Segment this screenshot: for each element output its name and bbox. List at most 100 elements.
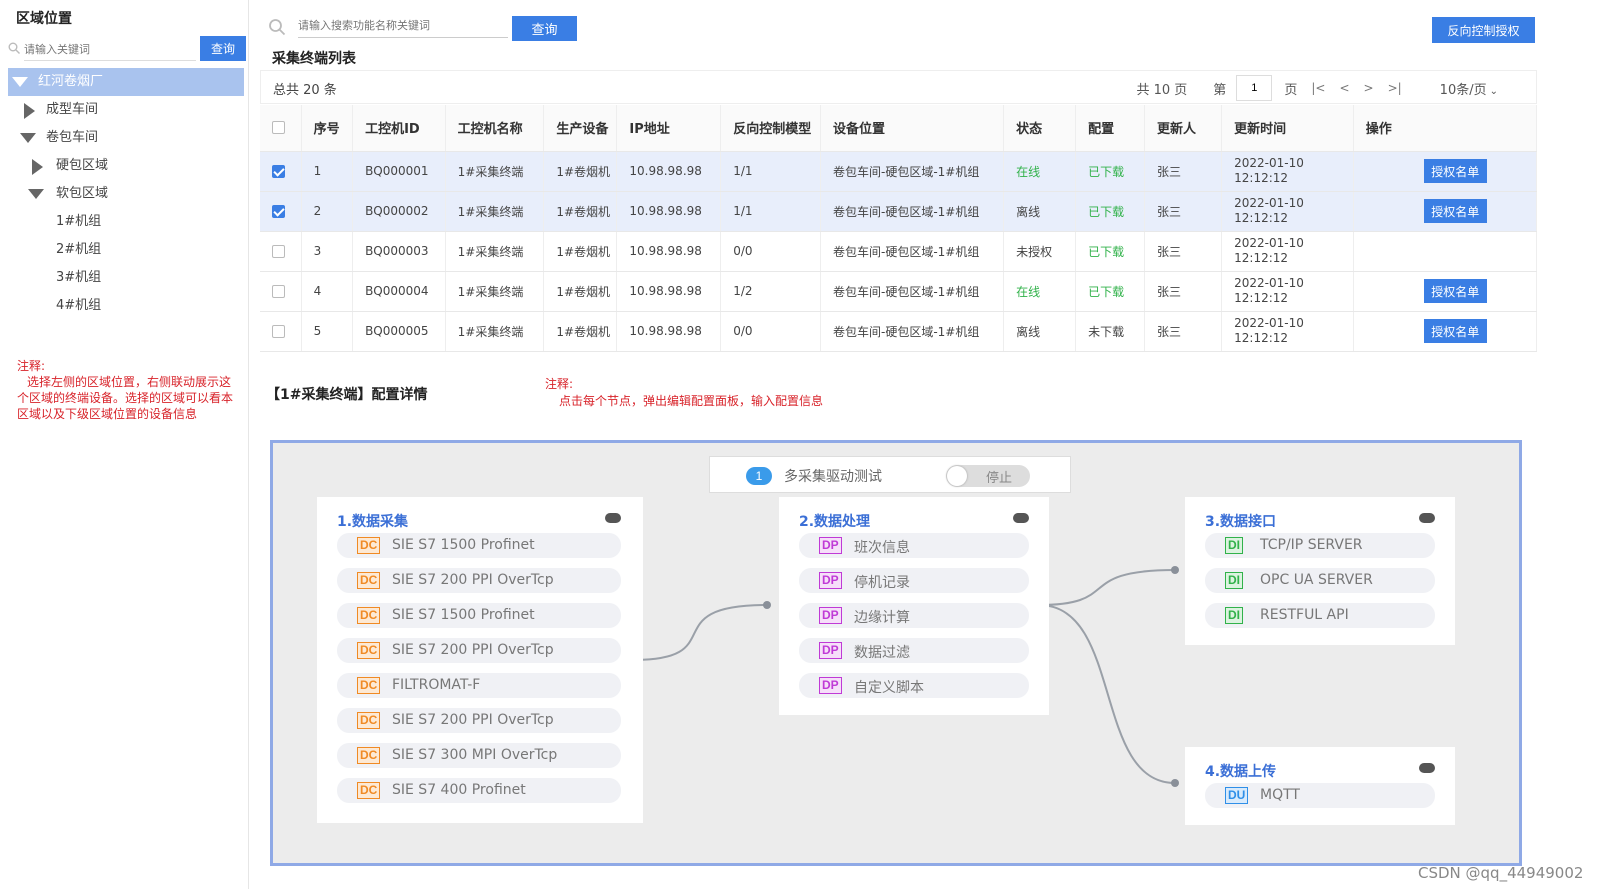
page-size-select[interactable]: 10条/页 ⌄ [1428, 79, 1498, 98]
cell-config: 已下载 [1075, 151, 1145, 192]
watermark: CSDN @qq_44949002 [1418, 864, 1584, 882]
auth-list-button[interactable]: 授权名单 [1423, 159, 1487, 183]
region-search-input[interactable] [24, 39, 196, 61]
tree-item-jizu-1[interactable]: 1#机组 [8, 208, 244, 236]
region-search-button[interactable]: 查询 [200, 36, 246, 61]
node-status-dot [1419, 763, 1435, 773]
row-checkbox[interactable] [272, 245, 285, 258]
tree-item-jizu-4[interactable]: 4#机组 [8, 292, 244, 320]
item-label: MQTT [1260, 787, 1300, 803]
node-item[interactable]: DC SIE S7 400 Profinet [337, 778, 621, 803]
table-row[interactable]: 3 BQ000003 1#采集终端 1#卷烟机 10.98.98.98 0/0 … [260, 231, 1538, 272]
node-data-collect[interactable]: 1.数据采集 DC SIE S7 1500 Profinet DC SIE S7 2… [317, 497, 643, 823]
dc-tag-icon: DC [357, 712, 381, 729]
node-item[interactable]: DC SIE S7 1500 Profinet [337, 533, 621, 558]
caret-down-icon[interactable] [12, 77, 28, 87]
node-item[interactable]: DC SIE S7 200 PPI OverTcp [337, 708, 621, 733]
flow-canvas[interactable]: 1 多采集驱动测试 停止 1.数据采集 DC SIE S7 1500 Profin… [270, 440, 1522, 866]
cell-updater: 张三 [1144, 151, 1223, 192]
cell-ip: 10.98.98.98 [616, 311, 722, 352]
cell-model: 1/1 [720, 191, 822, 232]
item-label: 数据过滤 [854, 645, 910, 661]
cell-update-time: 2022-01-10 12:12:12 [1221, 311, 1354, 352]
tree-item-ruanbao[interactable]: 软包区域 [8, 180, 244, 208]
row-select-cell [260, 311, 302, 352]
dp-tag-icon: DP [819, 677, 842, 694]
node-data-upload[interactable]: 4.数据上传 DU MQTT [1185, 747, 1455, 825]
auth-list-button[interactable]: 授权名单 [1423, 279, 1487, 303]
auth-list-button[interactable]: 授权名单 [1423, 319, 1487, 343]
item-label: SIE S7 1500 Profinet [392, 607, 535, 623]
tree-item-yingbao[interactable]: 硬包区域 [8, 152, 244, 180]
app-root: 区域位置 查询 红河卷烟厂 成型车间 卷包车间 硬包区域 [0, 0, 1600, 889]
node-item[interactable]: DP 班次信息 [799, 533, 1029, 558]
auth-list-button[interactable]: 授权名单 [1423, 199, 1487, 223]
caret-down-icon[interactable] [28, 189, 44, 199]
node-item[interactable]: DC SIE S7 1500 Profinet [337, 603, 621, 628]
port-in-process [763, 601, 771, 609]
row-checkbox[interactable] [272, 285, 285, 298]
prev-page-button[interactable]: < [1339, 81, 1349, 95]
first-page-button[interactable]: |< [1311, 81, 1325, 95]
region-search: 查询 [6, 36, 246, 62]
cell-no: 5 [301, 311, 354, 352]
cell-config: 已下载 [1075, 231, 1145, 272]
link-collect-process [632, 604, 768, 661]
tree-item-chengxing[interactable]: 成型车间 [8, 96, 244, 124]
cell-status: 离线 [1003, 191, 1077, 232]
node-item[interactable]: DC SIE S7 200 PPI OverTcp [337, 638, 621, 663]
update-date: 2022-01-10 [1234, 316, 1304, 330]
table-row[interactable]: 1 BQ000001 1#采集终端 1#卷烟机 10.98.98.98 1/1 … [260, 151, 1538, 192]
toggle-label: 停止 [986, 471, 1013, 486]
tree-item-hongheyanchang[interactable]: 红河卷烟厂 [8, 68, 244, 96]
node-item[interactable]: DI RESTFUL API [1205, 603, 1435, 628]
tree-item-juanbao[interactable]: 卷包车间 [8, 124, 244, 152]
row-checkbox[interactable] [272, 205, 285, 218]
flow-run-toggle[interactable]: 停止 [946, 465, 1030, 487]
tree-item-jizu-3[interactable]: 3#机组 [8, 264, 244, 292]
cell-config: 未下载 [1075, 311, 1145, 352]
node-data-process[interactable]: 2.数据处理 DP 班次信息 DP 停机记录 DP 边缘计算 DP 数据过滤 DP 自定义… [779, 497, 1049, 715]
table-row[interactable]: 4 BQ000004 1#采集终端 1#卷烟机 10.98.98.98 1/2 … [260, 271, 1538, 312]
region-note-title: 注释: [17, 359, 46, 373]
caret-right-icon[interactable] [32, 159, 43, 175]
node-item[interactable]: DP 数据过滤 [799, 638, 1029, 663]
next-page-button[interactable]: > [1364, 81, 1374, 95]
node-item[interactable]: DU MQTT [1205, 783, 1435, 808]
node-item[interactable]: DP 停机记录 [799, 568, 1029, 593]
node-item[interactable]: DP 边缘计算 [799, 603, 1029, 628]
row-checkbox[interactable] [272, 325, 285, 338]
col-header: 设备位置 [820, 105, 1005, 152]
table-row[interactable]: 5 BQ000005 1#采集终端 1#卷烟机 10.98.98.98 0/0 … [260, 311, 1538, 352]
select-all-checkbox[interactable] [272, 121, 285, 135]
last-page-button[interactable]: >| [1388, 81, 1402, 95]
node-item[interactable]: DC SIE S7 300 MPI OverTcp [337, 743, 621, 768]
row-checkbox[interactable] [272, 165, 285, 178]
node-item[interactable]: DI TCP/IP SERVER [1205, 533, 1435, 558]
col-header: 配置 [1075, 105, 1145, 152]
col-header: 更新人 [1144, 105, 1223, 152]
table-row[interactable]: 2 BQ000002 1#采集终端 1#卷烟机 10.98.98.98 1/1 … [260, 191, 1538, 232]
cell-name: 1#采集终端 [445, 271, 545, 312]
cell-device: 1#卷烟机 [543, 311, 618, 352]
pagination: 共 10 页 第 页 |< < > >| 10条/页⌄ [1124, 71, 1498, 105]
reverse-control-auth-button[interactable]: 反向控制授权 [1432, 17, 1535, 43]
caret-right-icon[interactable] [24, 103, 35, 119]
function-search-input[interactable] [298, 14, 508, 38]
cell-ip: 10.98.98.98 [616, 191, 722, 232]
caret-down-icon[interactable] [20, 133, 36, 143]
row-select-cell [260, 271, 302, 312]
function-search-button[interactable]: 查询 [512, 16, 577, 41]
node-item[interactable]: DC FILTROMAT-F [337, 673, 621, 698]
node-data-interface[interactable]: 3.数据接口 DI TCP/IP SERVER DI OPC UA SERVER D… [1185, 497, 1455, 645]
page-number-input[interactable] [1236, 75, 1273, 101]
flow-header: 1 多采集驱动测试 停止 [709, 456, 1071, 493]
node-item[interactable]: DI OPC UA SERVER [1205, 568, 1435, 593]
link-process-upload [1038, 604, 1176, 784]
cell-update-time: 2022-01-10 12:12:12 [1221, 231, 1354, 272]
node-item[interactable]: DC SIE S7 200 PPI OverTcp [337, 568, 621, 593]
total-count: 总共 20 条 [273, 83, 337, 98]
tree-item-jizu-2[interactable]: 2#机组 [8, 236, 244, 264]
cell-config: 已下载 [1075, 191, 1145, 232]
node-item[interactable]: DP 自定义脚本 [799, 673, 1029, 698]
